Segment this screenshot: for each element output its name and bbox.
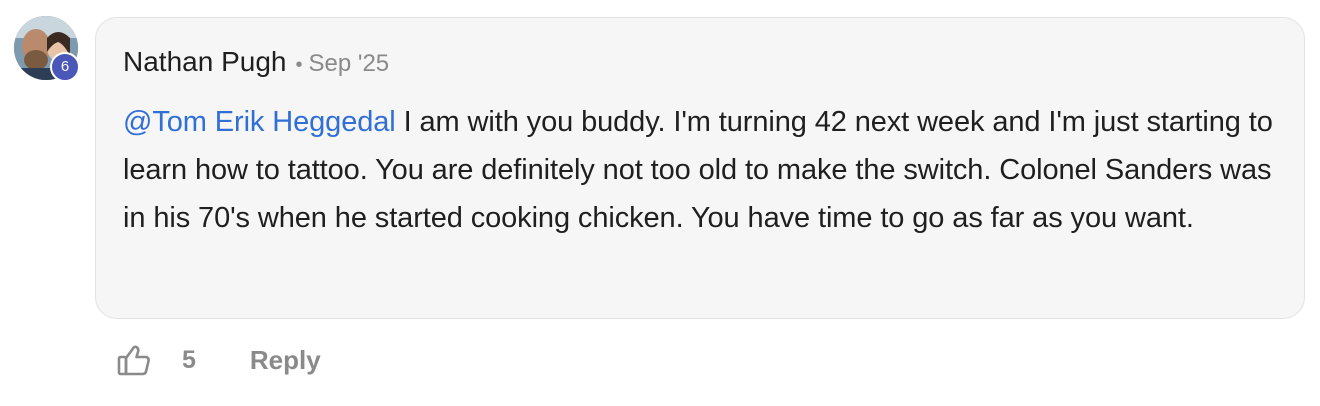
comment: 6 Nathan Pugh • Sep '25 @Tom Erik Hegged… [0,0,1320,406]
thumbs-up-icon [117,345,150,376]
like-count: 5 [182,345,196,374]
comment-meta: Nathan Pugh • Sep '25 [123,46,389,78]
like-button[interactable]: 5 [116,342,196,378]
author-avatar-group[interactable]: 6 [14,16,80,82]
level-badge: 6 [50,52,80,82]
author-name[interactable]: Nathan Pugh [123,46,286,78]
reply-button[interactable]: Reply [250,345,321,376]
comment-bubble: Nathan Pugh • Sep '25 @Tom Erik Heggedal… [95,17,1305,319]
meta-separator: • [295,54,303,76]
mention-link[interactable]: @Tom Erik Heggedal [123,106,396,138]
comment-actions: 5 Reply [116,336,321,384]
comment-body: @Tom Erik Heggedal I am with you buddy. … [123,98,1283,242]
comment-date[interactable]: Sep '25 [308,50,389,78]
